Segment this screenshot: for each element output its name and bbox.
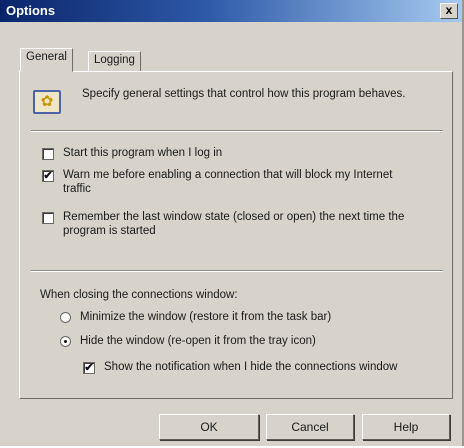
divider — [31, 270, 443, 272]
title-bar[interactable]: Options x — [0, 0, 462, 22]
start-on-login-checkbox[interactable] — [42, 148, 54, 160]
window-title: Options — [6, 3, 56, 18]
checkmark-icon: ✔ — [43, 170, 53, 182]
divider — [31, 130, 443, 132]
tab-general-label: General — [26, 51, 67, 63]
tab-logging[interactable]: Logging — [88, 51, 141, 71]
info-text: Specify general settings that control ho… — [82, 88, 406, 100]
closing-behavior-heading: When closing the connections window: — [40, 289, 238, 301]
warn-before-blocking-checkbox[interactable]: ✔ — [42, 170, 54, 182]
cancel-button[interactable]: Cancel — [266, 414, 354, 440]
settings-info-icon: ✿ — [33, 90, 61, 114]
remember-window-state-checkbox[interactable] — [42, 212, 54, 224]
remember-window-state-label[interactable]: Remember the last window state (closed o… — [63, 210, 448, 238]
ok-button[interactable]: OK — [159, 414, 259, 440]
show-notification-label[interactable]: Show the notification when I hide the co… — [104, 360, 424, 374]
warn-before-blocking-label[interactable]: Warn me before enabling a connection tha… — [63, 168, 423, 196]
close-icon: x — [445, 3, 453, 17]
close-button[interactable]: x — [440, 3, 458, 19]
minimize-window-label[interactable]: Minimize the window (restore it from the… — [80, 310, 420, 324]
checkmark-icon: ✔ — [84, 362, 94, 374]
tab-logging-label: Logging — [94, 54, 135, 66]
hide-window-label[interactable]: Hide the window (re-open it from the tra… — [80, 334, 420, 348]
options-dialog: Options x General Logging ✿ Specify gene… — [0, 0, 464, 446]
hide-window-radio[interactable] — [60, 336, 71, 347]
start-on-login-label[interactable]: Start this program when I log in — [63, 146, 433, 160]
help-button[interactable]: Help — [362, 414, 450, 440]
radio-selected-indicator — [64, 340, 67, 343]
minimize-window-radio[interactable] — [60, 312, 71, 323]
tab-general[interactable]: General — [20, 48, 73, 72]
show-notification-checkbox[interactable]: ✔ — [83, 362, 95, 374]
